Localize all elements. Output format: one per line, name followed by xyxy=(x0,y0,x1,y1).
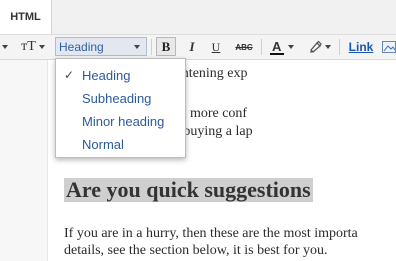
tab-html[interactable]: HTML xyxy=(0,0,52,34)
checkmark-icon: ✓ xyxy=(63,68,75,82)
link-button[interactable]: Link xyxy=(346,35,376,59)
menu-item-heading[interactable]: ✓ Heading xyxy=(56,64,185,86)
chevron-down-icon xyxy=(134,44,140,49)
formatting-toolbar: ᴛT Heading B I U ABC A Link xyxy=(0,34,396,60)
bold-button[interactable]: B xyxy=(156,37,176,56)
overflow-chevron-icon[interactable] xyxy=(0,35,10,59)
format-select-value: Heading xyxy=(59,39,104,54)
menu-item-label: Normal xyxy=(82,136,124,152)
menu-item-minor-heading[interactable]: Minor heading xyxy=(56,110,185,132)
underline-button[interactable]: U xyxy=(208,35,224,59)
toolbar-divider xyxy=(339,39,340,55)
link-label: Link xyxy=(348,40,374,54)
menu-item-subheading[interactable]: Subheading xyxy=(56,87,185,109)
editor-gutter xyxy=(0,60,48,261)
menu-item-label: Subheading xyxy=(82,90,152,106)
strikethrough-button[interactable]: ABC xyxy=(232,35,256,59)
format-select[interactable]: Heading xyxy=(55,37,147,56)
italic-button[interactable]: I xyxy=(184,35,200,59)
menu-item-label: Minor heading xyxy=(82,113,165,129)
editor-tab-bar: HTML xyxy=(0,0,396,34)
toolbar-divider xyxy=(261,39,262,55)
highlight-color-button[interactable] xyxy=(304,35,334,59)
chevron-down-icon xyxy=(324,45,331,49)
menu-item-normal[interactable]: Normal xyxy=(56,133,185,155)
menu-item-label: Heading xyxy=(82,67,131,83)
selected-heading: Are you quick suggestions xyxy=(64,177,313,202)
body-text-line: If you are in a hurry, then these are th… xyxy=(64,226,358,241)
font-size-icon: ᴛT xyxy=(21,39,36,54)
chevron-down-icon xyxy=(38,45,45,49)
toolbar-divider xyxy=(151,39,152,55)
highlighter-icon xyxy=(308,40,322,54)
body-text-line: details, see the section below, it is be… xyxy=(64,243,328,258)
text-color-button[interactable]: A xyxy=(266,35,298,59)
chevron-down-icon xyxy=(288,45,294,49)
text-color-icon: A xyxy=(270,39,284,55)
format-dropdown-menu: ✓ Heading Subheading Minor heading Norma… xyxy=(55,58,186,158)
insert-image-icon[interactable] xyxy=(382,35,396,59)
font-size-button[interactable]: ᴛT xyxy=(18,35,48,59)
